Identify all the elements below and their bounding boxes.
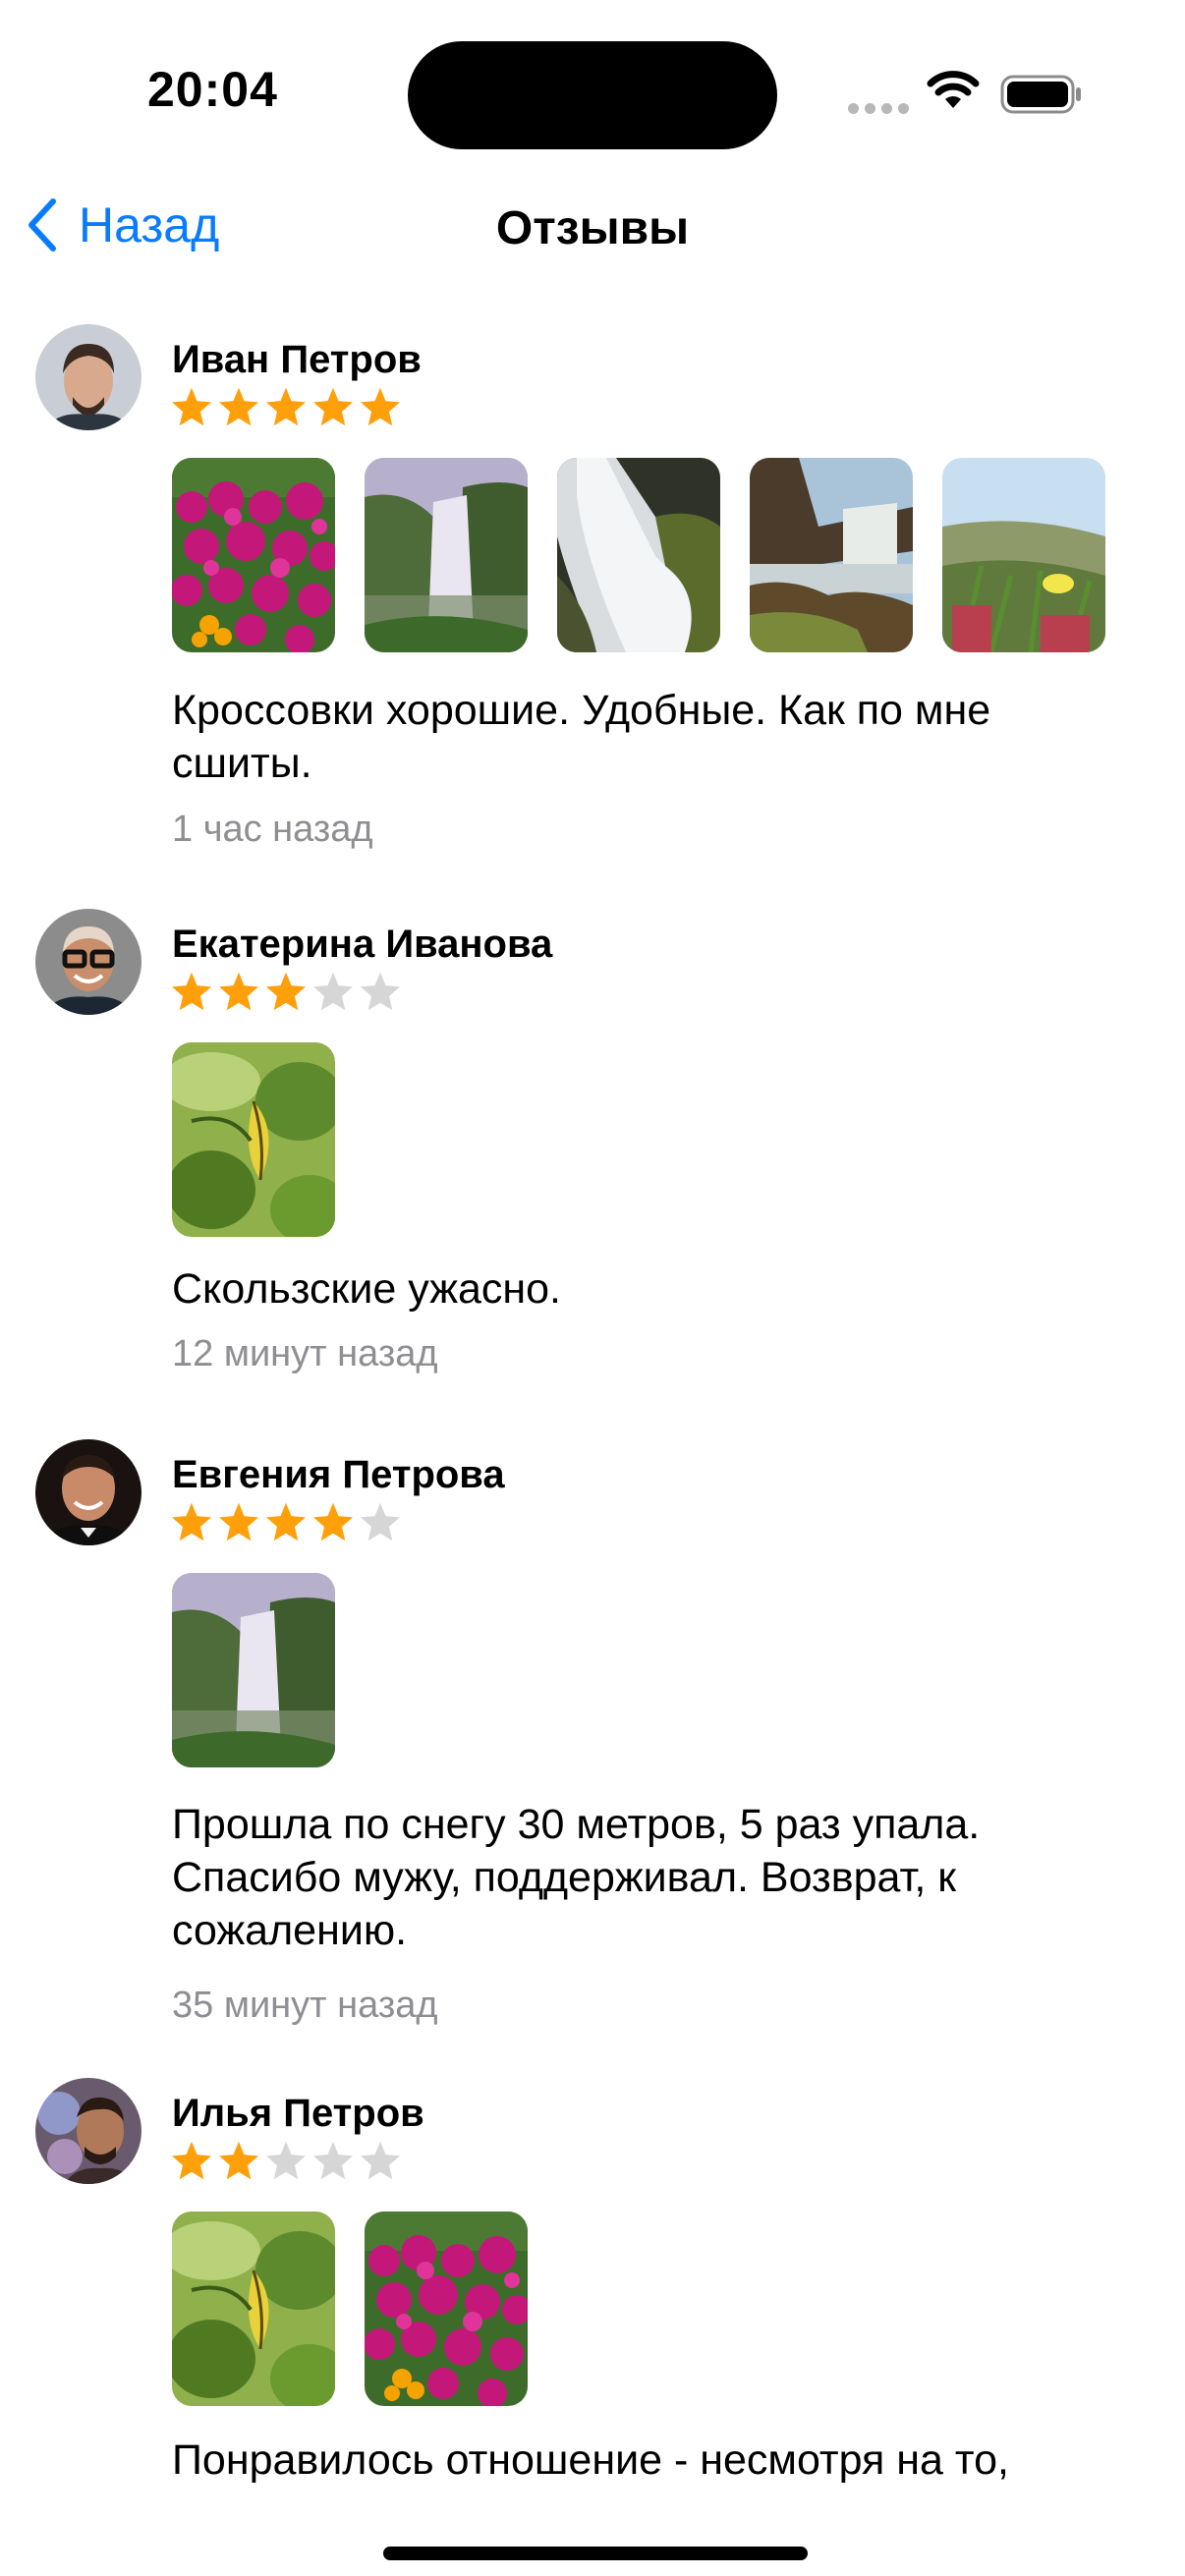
star-icon bbox=[172, 1502, 211, 1541]
avatar[interactable] bbox=[35, 909, 141, 1015]
review-author: Илья Петров bbox=[172, 2092, 424, 2135]
avatar[interactable] bbox=[35, 324, 141, 430]
star-icon bbox=[219, 972, 258, 1011]
star-icon bbox=[361, 387, 400, 426]
leaf-photo[interactable] bbox=[172, 1042, 335, 1237]
field-flower-photo[interactable] bbox=[942, 458, 1105, 652]
rating-stars bbox=[170, 385, 402, 428]
cliff-waterfall-photo[interactable] bbox=[750, 458, 913, 652]
waterfall-photo[interactable] bbox=[365, 458, 528, 652]
flowers-photo[interactable] bbox=[365, 2212, 528, 2406]
review-text: Прошла по снегу 30 метров, 5 раз упала. … bbox=[172, 1801, 981, 1954]
review-text: Понравилось отношение - несмотря на то, bbox=[172, 2436, 1009, 2484]
rating-stars bbox=[170, 970, 402, 1013]
star-icon bbox=[172, 2141, 211, 2180]
status-time: 20:04 bbox=[147, 62, 278, 117]
review-text: Скользские ужасно. bbox=[172, 1265, 562, 1313]
wifi-icon bbox=[927, 71, 980, 108]
rapids-photo[interactable] bbox=[557, 458, 720, 652]
star-icon bbox=[172, 972, 211, 1011]
review-photos bbox=[172, 1573, 335, 1767]
star-empty-icon bbox=[266, 2141, 306, 2180]
review-time: 12 минут назад bbox=[172, 1333, 438, 1374]
star-icon bbox=[266, 1502, 306, 1541]
page-title: Отзывы bbox=[495, 202, 690, 254]
waterfall-photo[interactable] bbox=[172, 1573, 335, 1767]
rating-stars bbox=[170, 2139, 402, 2182]
review-card: Илья Петров Понравилось отношение - несм… bbox=[0, 2078, 1185, 2510]
dynamic-island bbox=[408, 41, 777, 149]
rating-stars bbox=[170, 1500, 402, 1543]
star-empty-icon bbox=[313, 2141, 353, 2180]
star-empty-icon bbox=[361, 972, 400, 1011]
leaf-photo[interactable] bbox=[172, 2212, 335, 2406]
home-indicator[interactable] bbox=[383, 2547, 808, 2560]
star-icon bbox=[219, 1502, 258, 1541]
review-photos bbox=[172, 458, 1105, 652]
star-icon bbox=[219, 2141, 258, 2180]
review-card: Евгения Петрова Прошла по снегу 30 метро… bbox=[0, 1439, 1185, 2029]
review-time: 35 минут назад bbox=[172, 1985, 438, 2026]
cellular-signal-icon bbox=[848, 103, 909, 114]
review-card: Иван Петров Кроссовки хорошие. Удобные. … bbox=[0, 324, 1185, 865]
star-empty-icon bbox=[361, 1502, 400, 1541]
star-icon bbox=[219, 387, 258, 426]
star-icon bbox=[266, 972, 306, 1011]
review-text: Кроссовки хорошие. Удобные. Как по мне с… bbox=[172, 687, 991, 787]
review-author: Евгения Петрова bbox=[172, 1453, 505, 1496]
flowers-photo[interactable] bbox=[172, 458, 335, 652]
star-icon bbox=[172, 387, 211, 426]
review-photos bbox=[172, 1042, 335, 1237]
review-author: Иван Петров bbox=[172, 338, 422, 381]
star-empty-icon bbox=[361, 2141, 400, 2180]
star-icon bbox=[313, 1502, 353, 1541]
battery-icon bbox=[1000, 75, 1081, 114]
review-time: 1 час назад bbox=[172, 809, 373, 850]
review-photos bbox=[172, 2212, 528, 2406]
avatar[interactable] bbox=[35, 1439, 141, 1545]
review-card: Екатерина Иванова Скользские ужасно. 12 … bbox=[0, 909, 1185, 1400]
star-empty-icon bbox=[313, 972, 353, 1011]
star-icon bbox=[266, 387, 306, 426]
review-author: Екатерина Иванова bbox=[172, 923, 553, 966]
star-icon bbox=[313, 387, 353, 426]
avatar[interactable] bbox=[35, 2078, 141, 2184]
